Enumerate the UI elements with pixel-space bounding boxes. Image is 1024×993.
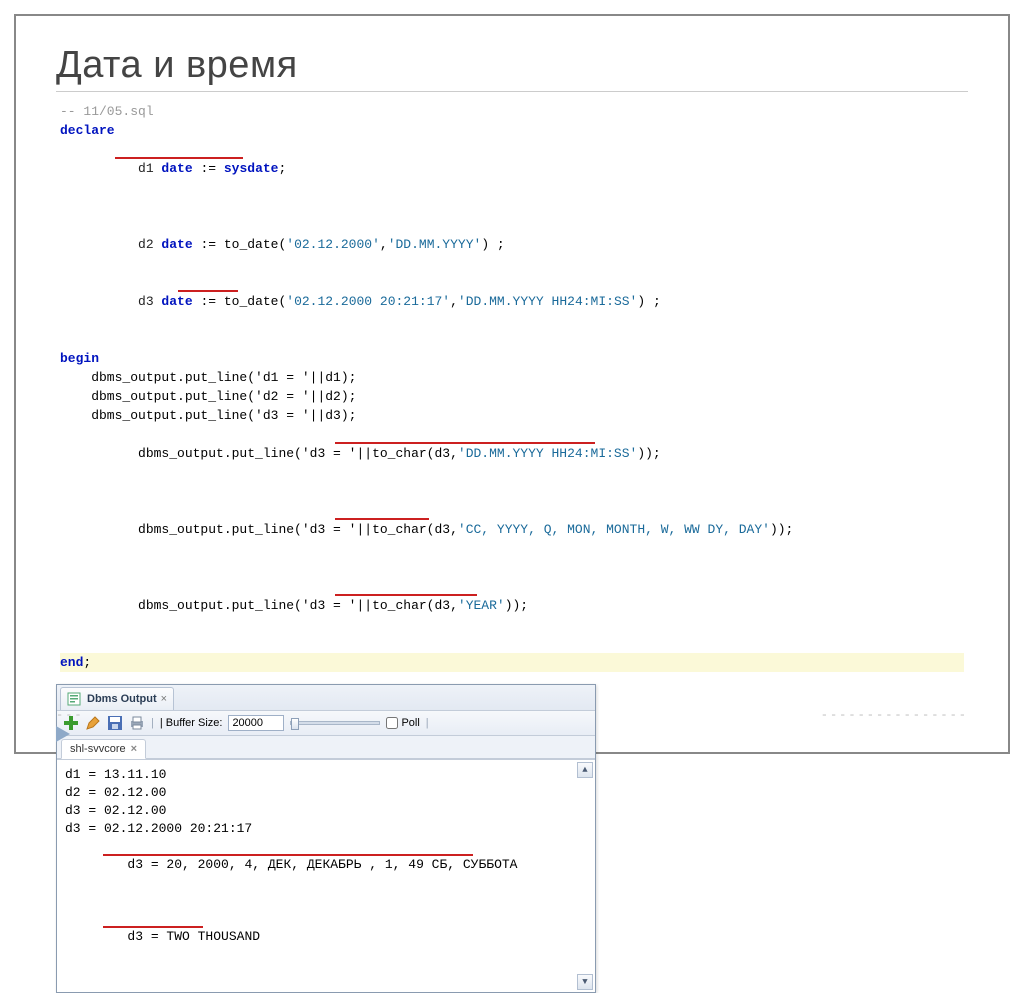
output-line: d3 = 02.12.00 <box>65 802 587 820</box>
code-text: to_char(d3, <box>372 598 458 613</box>
code-string: 'DD.MM.YYYY' <box>388 237 482 252</box>
code-text: , <box>380 237 388 252</box>
panel-tab-label: Dbms Output <box>87 693 157 705</box>
subtab-row: shl-svvcore × <box>57 736 595 759</box>
subtab-label: shl-svvcore <box>70 743 126 755</box>
underline-icon <box>335 594 477 596</box>
kw-date: date <box>161 294 192 309</box>
code-string: 'CC, YYYY, Q, MON, MONTH, W, WW DY, DAY' <box>458 522 770 537</box>
slide-frame: Дата и время -- 11/05.sql declare d1 dat… <box>14 14 1010 754</box>
kw-begin: begin <box>60 351 99 366</box>
kw-date: date <box>161 161 192 176</box>
output-line: d3 = TWO THOUSAND <box>65 910 587 982</box>
output-text: d3 = 20, 2000, 4, ДЕК, ДЕКАБРЬ , 1, 49 С… <box>127 857 517 872</box>
code-text: dbms_output.put_line('d3 = '|| <box>107 598 372 613</box>
underline-icon <box>335 518 429 520</box>
code-text: d2 <box>107 237 162 252</box>
kw-date: date <box>161 237 192 252</box>
output-line: d2 = 02.12.00 <box>65 784 587 802</box>
code-text: to_char(d3, <box>372 522 458 537</box>
code-text: ; <box>83 655 91 670</box>
title-divider <box>56 91 968 92</box>
code-text: ; <box>278 161 286 176</box>
code-text: dbms_output.put_line('d3 = '|| <box>107 522 372 537</box>
close-icon[interactable]: × <box>161 693 167 705</box>
underline-icon <box>178 290 238 292</box>
output-line: d1 = 13.11.10 <box>65 766 587 784</box>
code-string: '02.12.2000' <box>286 237 380 252</box>
code-text: dbms_output.put_line('d2 = '||d2); <box>60 389 356 404</box>
code-text: ) ; <box>481 237 504 252</box>
output-line: d3 = 20, 2000, 4, ДЕК, ДЕКАБРЬ , 1, 49 С… <box>65 838 587 910</box>
panel-tab-dbms-output[interactable]: Dbms Output × <box>60 687 174 710</box>
slide-title: Дата и время <box>56 44 968 87</box>
scroll-down-button[interactable]: ▼ <box>577 974 593 990</box>
output-line: d3 = 02.12.2000 20:21:17 <box>65 820 587 838</box>
code-text: , <box>450 294 458 309</box>
kw-sysdate: sysdate <box>224 161 279 176</box>
underline-icon <box>115 157 243 159</box>
code-text: )); <box>770 522 793 537</box>
code-text: := to_date( <box>193 237 287 252</box>
code-text: dbms_output.put_line('d1 = '||d1); <box>60 370 356 385</box>
code-text: to_char(d3, <box>372 446 458 461</box>
code-text: := <box>193 294 224 309</box>
code-text: dbms_output.put_line('d3 = '||d3); <box>60 408 356 423</box>
kw-declare: declare <box>60 123 115 138</box>
output-icon <box>67 691 83 707</box>
code-text: := <box>193 161 224 176</box>
code-text: ) ; <box>637 294 660 309</box>
code-text: )); <box>505 598 528 613</box>
subtab-connection[interactable]: shl-svvcore × <box>61 739 146 759</box>
dash-left: --- <box>56 708 84 722</box>
code-text: to_date <box>224 294 279 309</box>
footer-dashes: --- ---------------- <box>56 708 968 722</box>
code-editor[interactable]: -- 11/05.sql declare d1 date := sysdate;… <box>56 100 968 674</box>
code-string: 'DD.MM.YYYY HH24:MI:SS' <box>458 294 637 309</box>
underline-icon <box>335 442 595 444</box>
code-string: 'YEAR' <box>458 598 505 613</box>
kw-end: end <box>60 655 83 670</box>
output-body[interactable]: ▲ d1 = 13.11.10 d2 = 02.12.00 d3 = 02.12… <box>57 759 595 992</box>
code-text: d1 <box>107 161 162 176</box>
underline-icon <box>103 854 473 856</box>
code-text: )); <box>637 446 660 461</box>
close-icon[interactable]: × <box>131 743 137 755</box>
code-string: 'DD.MM.YYYY HH24:MI:SS' <box>458 446 637 461</box>
dash-right: ---------------- <box>821 708 968 722</box>
code-text: dbms_output.put_line('d3 = '|| <box>107 446 372 461</box>
code-string: '02.12.2000 20:21:17' <box>286 294 450 309</box>
next-arrow-icon[interactable] <box>56 726 70 742</box>
output-text: d3 = TWO THOUSAND <box>127 929 260 944</box>
code-comment: -- 11/05.sql <box>60 104 154 119</box>
dbms-output-panel: Dbms Output × | | Buffer Size: Poll | sh… <box>56 684 596 993</box>
code-text: d3 <box>107 294 162 309</box>
underline-icon <box>103 926 203 928</box>
